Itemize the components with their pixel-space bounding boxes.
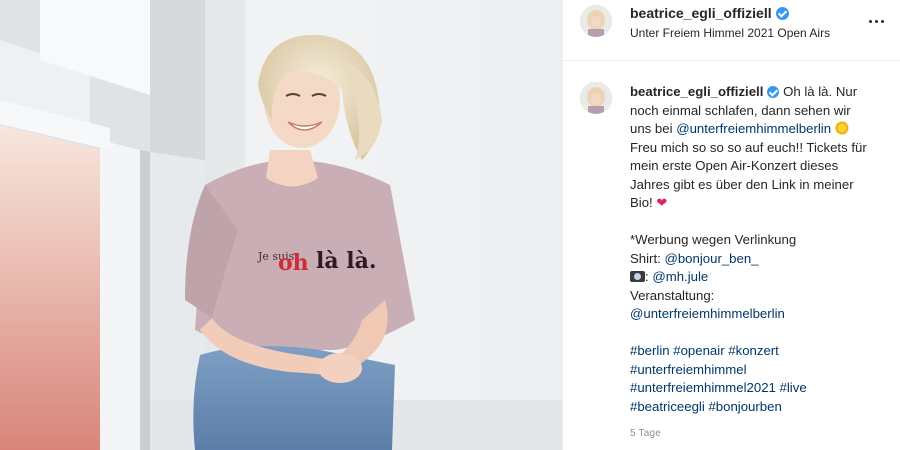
- hashtag[interactable]: #berlin: [630, 343, 670, 358]
- caption-verified-icon: [767, 86, 780, 99]
- hashtag[interactable]: #konzert: [728, 343, 779, 358]
- caption-username-text[interactable]: beatrice_egli_offiziell: [630, 83, 763, 102]
- verified-icon: [775, 6, 789, 20]
- avatar[interactable]: [580, 5, 612, 37]
- hashtag[interactable]: #beatriceegli: [630, 399, 705, 414]
- mention-photographer[interactable]: @mh.jule: [652, 269, 708, 284]
- mention-shirt[interactable]: @bonjour_ben_: [664, 251, 758, 266]
- hashtag[interactable]: #live: [780, 380, 807, 395]
- shirt-text-red: oh: [278, 250, 309, 276]
- credits-title: *Werbung wegen Verlinkung: [630, 232, 797, 247]
- mention-festival[interactable]: @unterfreiemhimmelberlin: [676, 121, 831, 136]
- hashtag[interactable]: #bonjourben: [708, 399, 781, 414]
- sun-emoji-icon: [834, 121, 849, 135]
- hashtag[interactable]: #openair: [673, 343, 724, 358]
- post-caption: beatrice_egli_offiziell Oh là là. Nur no…: [630, 83, 870, 416]
- post-header: beatrice_egli_offiziell Unter Freiem Him…: [563, 0, 900, 61]
- hashtag[interactable]: #unterfreiemhimmel2021: [630, 380, 776, 395]
- event-label: Veranstaltung:: [630, 287, 715, 303]
- mention-event[interactable]: @unterfreiemhimmelberlin: [630, 305, 870, 324]
- caption-avatar[interactable]: [580, 82, 612, 114]
- post-sidebar: beatrice_egli_offiziell Unter Freiem Him…: [562, 0, 900, 450]
- post-image: Je suis oh là là.: [0, 0, 562, 450]
- shirt-text-dark: là là.: [316, 248, 377, 274]
- post-timestamp[interactable]: 5 Tage: [630, 428, 661, 439]
- shirt-label: Shirt:: [630, 250, 661, 266]
- avatar-image: [580, 5, 612, 37]
- camera-emoji-icon: [630, 271, 645, 282]
- header-username[interactable]: beatrice_egli_offiziell: [630, 5, 789, 21]
- header-location[interactable]: Unter Freiem Himmel 2021 Open Airs: [630, 26, 830, 40]
- more-options-icon[interactable]: [864, 13, 888, 29]
- post-photo[interactable]: Je suis oh là là.: [0, 0, 562, 450]
- comments-area: beatrice_egli_offiziell Oh là là. Nur no…: [563, 62, 900, 450]
- caption-avatar-image: [580, 82, 612, 114]
- hashtag[interactable]: #unterfreiemhimmel: [630, 362, 747, 377]
- heart-emoji-icon: ❤: [656, 195, 668, 210]
- caption-username[interactable]: beatrice_egli_offiziell: [630, 83, 780, 102]
- header-username-text[interactable]: beatrice_egli_offiziell: [630, 5, 772, 21]
